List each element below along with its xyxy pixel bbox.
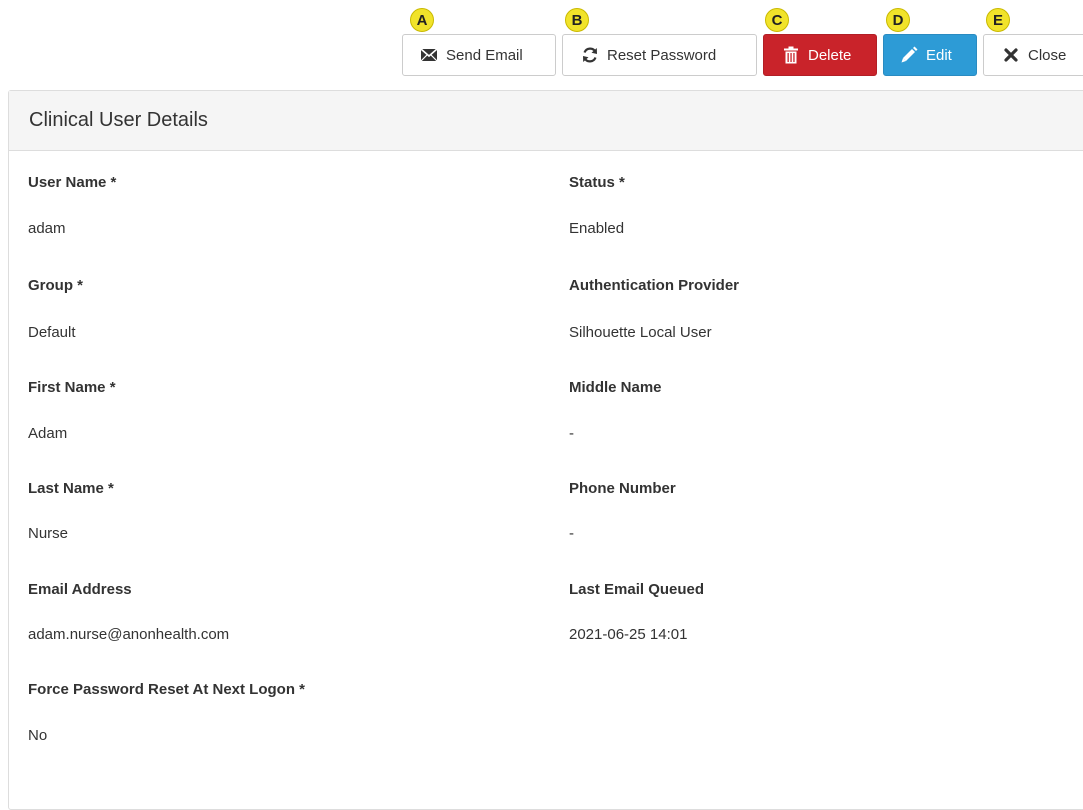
reset-password-label: Reset Password (607, 46, 717, 64)
authentication-provider-label: Authentication Provider (569, 277, 740, 294)
email-address-label: Email Address (28, 581, 132, 598)
close-icon (1002, 46, 1020, 64)
send-email-label: Send Email (446, 46, 523, 64)
status-label: Status * (569, 174, 625, 191)
first-name-value: Adam (28, 425, 68, 442)
phone-number-value: - (569, 525, 574, 542)
last-email-queued-label: Last Email Queued (569, 581, 705, 598)
group-value: Default (28, 324, 76, 341)
last-email-queued-value: 2021-06-25 14:01 (569, 626, 688, 643)
refresh-icon (581, 46, 599, 64)
action-toolbar: A B C D E Send Email Reset Password Dele… (0, 0, 1083, 90)
user-name-label: User Name * (28, 174, 117, 191)
group-label: Group * (28, 277, 83, 294)
close-button[interactable]: Close (983, 34, 1083, 76)
force-password-reset-label: Force Password Reset At Next Logon * (28, 681, 306, 698)
last-name-label: Last Name * (28, 480, 114, 497)
force-password-reset-value: No (28, 727, 48, 744)
last-name-value: Nurse (28, 525, 69, 542)
clinical-user-details-panel: Clinical User Details User Name * adam S… (8, 90, 1083, 810)
middle-name-value: - (569, 425, 574, 442)
annotation-badge-b: B (565, 8, 589, 32)
email-address-value: adam.nurse@anonhealth.com (28, 626, 230, 643)
pencil-icon (900, 46, 918, 64)
panel-title: Clinical User Details (9, 91, 1083, 151)
edit-label: Edit (926, 46, 952, 64)
annotation-badge-c: C (765, 8, 789, 32)
annotation-badge-d: D (886, 8, 910, 32)
status-value: Enabled (569, 220, 625, 237)
first-name-label: First Name * (28, 379, 116, 396)
delete-label: Delete (808, 46, 852, 64)
user-name-value: adam (28, 220, 66, 237)
phone-number-label: Phone Number (569, 480, 676, 497)
send-email-button[interactable]: Send Email (402, 34, 556, 76)
delete-button[interactable]: Delete (763, 34, 877, 76)
trash-icon (782, 46, 800, 64)
authentication-provider-value: Silhouette Local User (569, 324, 712, 341)
reset-password-button[interactable]: Reset Password (562, 34, 757, 76)
middle-name-label: Middle Name (569, 379, 662, 396)
edit-button[interactable]: Edit (883, 34, 977, 76)
annotation-badge-a: A (410, 8, 434, 32)
annotation-badge-e: E (986, 8, 1010, 32)
envelope-icon (420, 46, 438, 64)
close-label: Close (1028, 46, 1067, 64)
